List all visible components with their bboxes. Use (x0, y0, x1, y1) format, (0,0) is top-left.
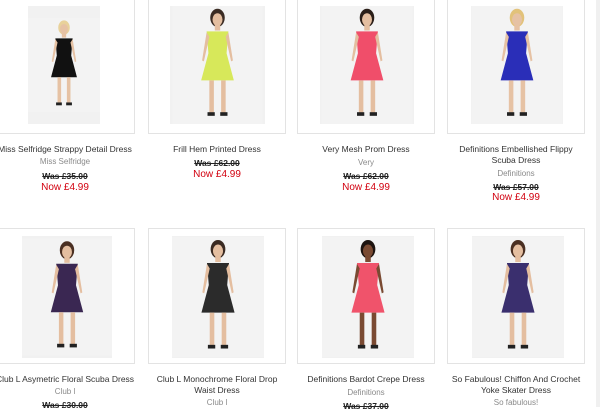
product-card[interactable]: Club L Asymetric Floral Scuba Dress Club… (0, 228, 150, 410)
product-image-frame[interactable] (0, 228, 135, 364)
dress-photo-icon[interactable] (320, 6, 414, 124)
product-brand[interactable]: Club l (0, 387, 135, 396)
now-price: Now £4.99 (342, 182, 390, 193)
was-price: Was £35.00 (42, 171, 88, 181)
dress-photo-icon[interactable] (172, 236, 264, 358)
product-card[interactable]: Miss Selfridge Strappy Detail Dress Miss… (0, 0, 150, 205)
product-name[interactable]: Club L Asymetric Floral Scuba Dress (0, 374, 135, 385)
was-price: Was £37.00 (343, 401, 389, 411)
product-brand[interactable]: Definitions (447, 169, 585, 178)
now-price: Now £4.99 (41, 182, 89, 193)
was-price: Was £30.00 (42, 400, 88, 410)
product-image-frame[interactable] (148, 0, 286, 134)
product-card[interactable]: Very Mesh Prom Dress Very Was £62.00 Now… (297, 0, 447, 205)
product-image-frame[interactable] (148, 228, 286, 364)
product-name[interactable]: Club L Monochrome Floral Drop Waist Dres… (148, 374, 286, 396)
product-image-frame[interactable] (0, 0, 135, 134)
dress-photo-icon[interactable] (170, 6, 265, 124)
was-price: Was £62.00 (194, 158, 240, 168)
product-brand[interactable]: Very (297, 158, 435, 167)
product-card[interactable]: Definitions Embellished Flippy Scuba Dre… (447, 0, 597, 205)
product-name[interactable]: So Fabulous! Chiffon And Crochet Yoke Sk… (447, 374, 585, 396)
dress-photo-icon[interactable] (472, 236, 564, 358)
now-price: Now £4.99 (193, 169, 241, 180)
was-price: Was £57.00 (493, 182, 539, 192)
product-brand[interactable]: Club l (148, 398, 286, 407)
product-card[interactable]: Club L Monochrome Floral Drop Waist Dres… (148, 228, 298, 407)
dress-photo-icon[interactable] (22, 236, 112, 358)
dress-photo-icon[interactable] (28, 6, 100, 124)
product-brand[interactable]: So fabulous! (447, 398, 585, 407)
dress-photo-icon[interactable] (322, 236, 414, 358)
product-card[interactable]: So Fabulous! Chiffon And Crochet Yoke Sk… (447, 228, 597, 407)
was-price: Was £62.00 (343, 171, 389, 181)
product-brand[interactable]: Miss Selfridge (0, 157, 135, 166)
product-image-frame[interactable] (297, 0, 435, 134)
product-name[interactable]: Definitions Embellished Flippy Scuba Dre… (447, 144, 585, 166)
product-brand[interactable]: Definitions (297, 388, 435, 397)
product-image-frame[interactable] (297, 228, 435, 364)
product-name[interactable]: Definitions Bardot Crepe Dress (297, 374, 435, 385)
product-card[interactable]: Frill Hem Printed Dress Was £62.00 Now £… (148, 0, 298, 205)
product-name[interactable]: Frill Hem Printed Dress (148, 144, 286, 155)
product-name[interactable]: Miss Selfridge Strappy Detail Dress (0, 144, 135, 155)
dress-photo-icon[interactable] (471, 6, 563, 124)
now-price: Now £4.99 (492, 192, 540, 203)
page-scrollbar[interactable] (596, 0, 600, 407)
product-name[interactable]: Very Mesh Prom Dress (297, 144, 435, 155)
product-image-frame[interactable] (447, 228, 585, 364)
product-image-frame[interactable] (447, 0, 585, 134)
product-card[interactable]: Definitions Bardot Crepe Dress Definitio… (297, 228, 447, 411)
